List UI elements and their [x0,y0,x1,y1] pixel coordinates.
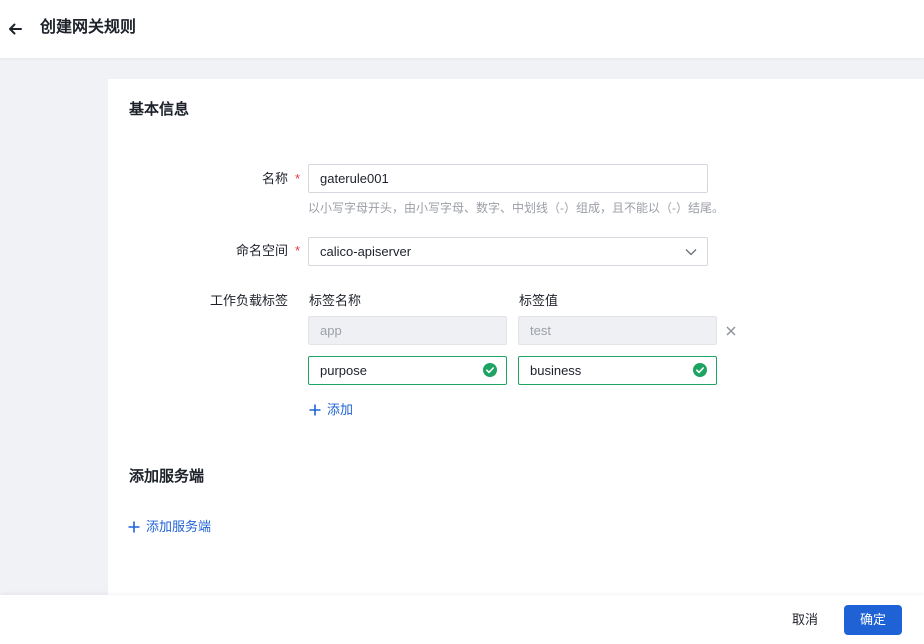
add-label-text: 添加 [327,402,354,417]
add-label-button[interactable]: 添加 [309,400,353,420]
label-value-input [518,316,717,345]
close-icon [726,326,736,336]
chevron-down-icon [685,249,697,256]
label-key-header: 标签名称 [309,293,362,308]
workload-labels-label: 工作负载标签 [209,293,288,308]
plus-icon [309,404,321,416]
confirm-button[interactable]: 确定 [844,605,902,635]
label-row-2-value-field [518,356,717,385]
form-card: 基本信息 名称 * 以小写字母开头，由小写字母、数字、中划线（-）组成，且不能以… [108,79,924,595]
page-title: 创建网关规则 [40,19,137,36]
page-header: 创建网关规则 [0,0,924,58]
namespace-label: 命名空间 [235,243,288,258]
label-key-input [308,316,507,345]
namespace-required-mark: * [295,243,301,258]
page-footer: 取消 确定 [0,595,924,644]
label-value-input[interactable] [518,356,717,385]
name-hint: 以小写字母开头，由小写字母、数字、中划线（-）组成，且不能以（-）结尾。 [308,201,724,215]
section-title-basic-info: 基本信息 [129,101,190,118]
remove-label-row-button[interactable] [725,325,737,337]
name-input[interactable] [308,164,708,193]
namespace-select[interactable]: calico-apiserver [308,237,708,266]
check-circle-icon [483,363,497,377]
name-field [308,164,708,193]
label-key-input[interactable] [308,356,507,385]
label-value-header: 标签值 [519,293,559,308]
check-circle-icon [693,363,707,377]
arrow-left-icon [9,23,22,35]
label-row-1-value-field [518,316,717,345]
label-row-1-key-field [308,316,507,345]
name-required-mark: * [295,171,301,186]
back-button[interactable] [6,20,24,38]
cancel-button[interactable]: 取消 [778,605,832,635]
section-title-add-server: 添加服务端 [129,468,205,485]
label-row-2-key-field [308,356,507,385]
add-server-button[interactable]: 添加服务端 [128,517,211,537]
namespace-select-value: calico-apiserver [320,244,412,259]
add-server-text: 添加服务端 [146,519,212,534]
name-label: 名称 [261,171,288,186]
plus-icon [128,521,140,533]
